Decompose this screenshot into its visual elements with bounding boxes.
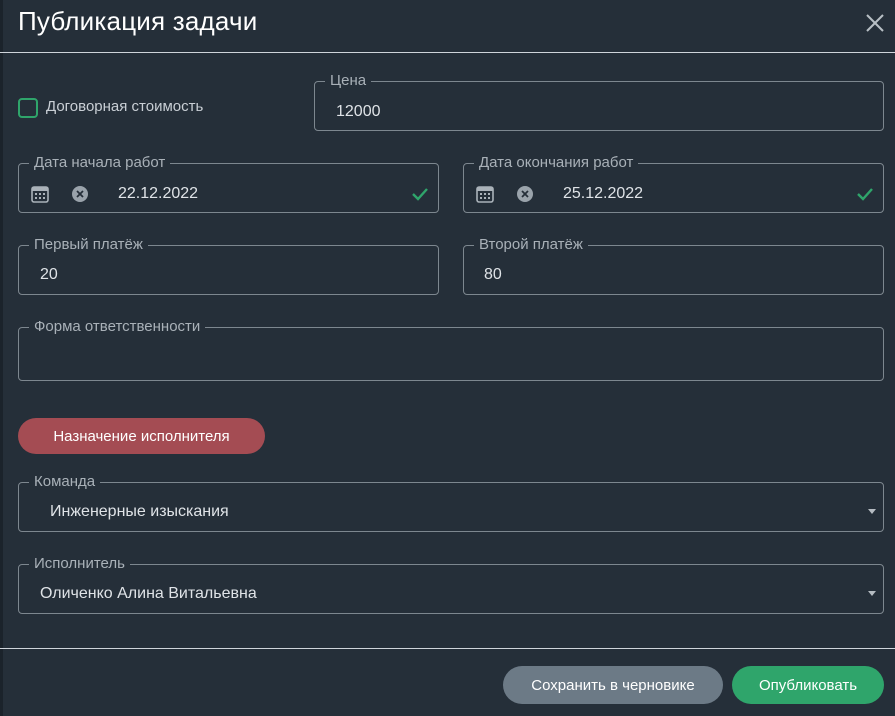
start-date-input[interactable]: 22.12.2022 (118, 185, 198, 203)
first-payment-field[interactable]: Первый платёж 20 (18, 235, 439, 295)
dialog-edge (0, 0, 3, 716)
publish-task-dialog: Публикация задачи Договорная стоимость Ц… (0, 0, 895, 716)
price-field[interactable]: Цена 12000 (314, 71, 884, 131)
calendar-icon[interactable] (31, 185, 49, 203)
header-divider (0, 52, 895, 53)
start-date-label: Дата начала работ (29, 153, 171, 173)
responsibility-label: Форма ответственности (29, 317, 206, 337)
second-payment-input[interactable]: 80 (484, 266, 502, 284)
check-icon (412, 188, 428, 201)
end-date-input[interactable]: 25.12.2022 (563, 185, 643, 203)
first-payment-label: Первый платёж (29, 235, 148, 255)
negotiable-price-label[interactable]: Договорная стоимость (46, 98, 203, 115)
close-icon[interactable] (862, 10, 888, 36)
executor-value: Оличенко Алина Витальевна (40, 585, 257, 602)
first-payment-input[interactable]: 20 (40, 266, 58, 284)
end-date-label: Дата окончания работ (474, 153, 639, 173)
executor-select[interactable]: Исполнитель Оличенко Алина Витальевна (18, 554, 884, 614)
calendar-icon[interactable] (476, 185, 494, 203)
price-label: Цена (325, 71, 372, 91)
assign-executor-button[interactable]: Назначение исполнителя (18, 418, 265, 454)
publish-button[interactable]: Опубликовать (732, 666, 884, 704)
check-icon (857, 188, 873, 201)
price-input[interactable]: 12000 (336, 103, 381, 121)
start-date-field[interactable]: Дата начала работ 22.12.2022 (18, 153, 439, 213)
second-payment-label: Второй платёж (474, 235, 588, 255)
end-date-field[interactable]: Дата окончания работ 25.12.2022 (463, 153, 884, 213)
responsibility-field[interactable]: Форма ответственности (18, 317, 884, 381)
footer-divider (0, 648, 895, 649)
chevron-down-icon[interactable] (868, 591, 876, 596)
clear-icon[interactable] (517, 186, 533, 202)
save-draft-button[interactable]: Сохранить в черновике (503, 666, 723, 704)
chevron-down-icon[interactable] (868, 509, 876, 514)
negotiable-price-checkbox[interactable] (18, 98, 38, 118)
clear-icon[interactable] (72, 186, 88, 202)
team-label: Команда (29, 472, 101, 492)
dialog-title: Публикация задачи (18, 6, 258, 36)
second-payment-field[interactable]: Второй платёж 80 (463, 235, 884, 295)
team-value: Инженерные изыскания (50, 503, 229, 520)
team-select[interactable]: Команда Инженерные изыскания (18, 472, 884, 532)
executor-label: Исполнитель (29, 554, 130, 574)
